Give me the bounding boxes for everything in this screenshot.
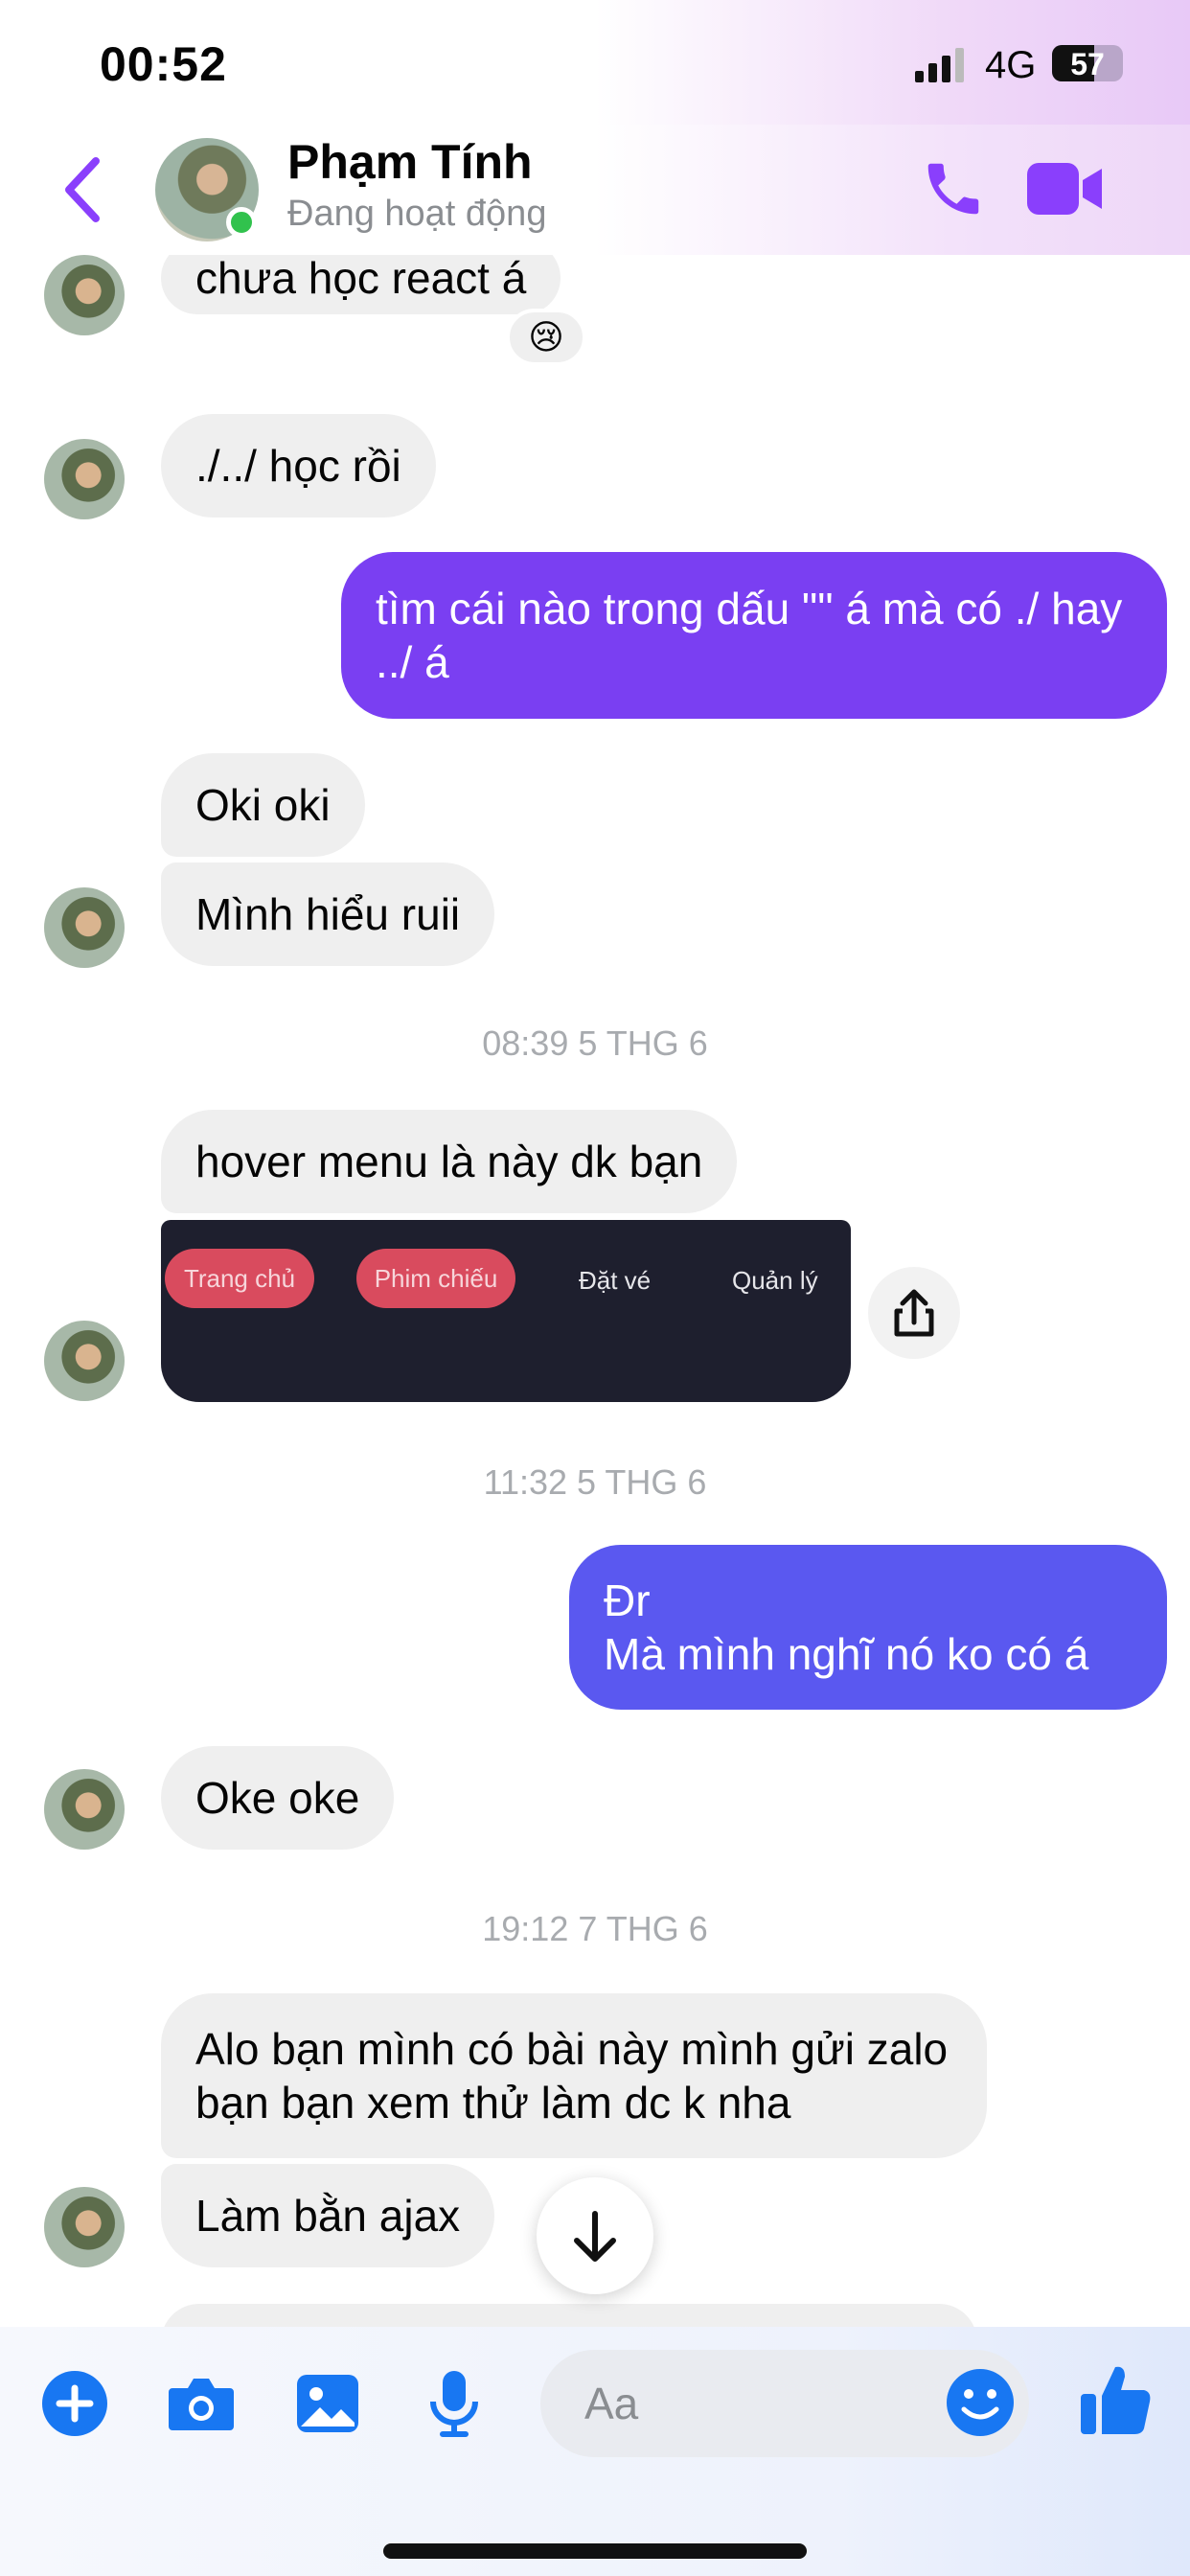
- message-bubble[interactable]: Oki oki: [161, 753, 365, 857]
- message-bubble[interactable]: chưa học react á: [161, 255, 561, 314]
- back-icon[interactable]: [59, 151, 107, 228]
- avatar[interactable]: [44, 1769, 125, 1850]
- battery-icon: 57: [1052, 45, 1123, 81]
- message-bubble-sent[interactable]: tìm cái nào trong dấu "" á mà có ./ hay …: [341, 552, 1167, 719]
- presence-status: Đang hoạt động: [287, 194, 547, 234]
- emoji-icon[interactable]: [943, 2365, 1018, 2440]
- plus-icon[interactable]: [38, 2367, 111, 2440]
- battery-level: 57: [1070, 47, 1105, 81]
- clock: 00:52: [100, 37, 227, 91]
- chat-header: Phạm Tính Đang hoạt động: [0, 125, 1190, 255]
- gallery-icon[interactable]: [291, 2367, 364, 2440]
- video-icon[interactable]: [1027, 159, 1104, 218]
- arrow-down-icon: [574, 2211, 616, 2262]
- avatar[interactable]: [44, 439, 125, 519]
- message-bubble[interactable]: ./../ học rồi: [161, 414, 436, 518]
- avatar[interactable]: [44, 255, 125, 335]
- reaction-badge[interactable]: 😢: [506, 309, 586, 366]
- timestamp: 19:12 7 THG 6: [482, 1909, 708, 1948]
- avatar[interactable]: [44, 1321, 125, 1401]
- message-bubble[interactable]: hover menu là này dk bạn: [161, 1110, 738, 1213]
- status-bar: 00:52 4G 57: [0, 0, 1190, 125]
- timestamp: 11:32 5 THG 6: [483, 1462, 707, 1502]
- message-bubble[interactable]: Alo bạn mình có bài này mình gửi zalo bạ…: [161, 1993, 987, 2158]
- like-icon[interactable]: [1077, 2361, 1154, 2438]
- message-bubble[interactable]: Làm bằn ajax: [161, 2164, 495, 2267]
- menu-preview-item: Phim chiếu: [356, 1249, 515, 1308]
- share-button[interactable]: [868, 1267, 960, 1359]
- contact-name[interactable]: Phạm Tính: [287, 134, 533, 190]
- avatar[interactable]: [44, 887, 125, 968]
- avatar[interactable]: [44, 2187, 125, 2267]
- home-indicator: [383, 2543, 807, 2559]
- message-bubble-sent[interactable]: Đr Mà mình nghĩ nó ko có á: [569, 1545, 1167, 1710]
- composer-bar: Aa: [0, 2327, 1190, 2576]
- menu-preview-item: Quản lý: [732, 1266, 818, 1295]
- message-bubble[interactable]: Mình hiểu ruii: [161, 862, 495, 966]
- menu-preview-item: Đặt vé: [579, 1266, 652, 1295]
- mic-icon[interactable]: [418, 2367, 491, 2440]
- signal-icon: [915, 48, 964, 82]
- camera-icon[interactable]: [165, 2367, 238, 2440]
- menu-preview-item: Trang chủ: [165, 1249, 314, 1308]
- network-type: 4G: [985, 44, 1037, 86]
- message-bubble[interactable]: Oke oke: [161, 1746, 395, 1850]
- timestamp: 08:39 5 THG 6: [482, 1024, 708, 1063]
- image-attachment[interactable]: Trang chủ Phim chiếu Đặt vé Quản lý: [161, 1220, 851, 1402]
- share-icon: [894, 1289, 934, 1337]
- scroll-to-bottom-button[interactable]: [537, 2177, 653, 2294]
- online-indicator: [226, 207, 257, 238]
- phone-icon[interactable]: [920, 155, 987, 222]
